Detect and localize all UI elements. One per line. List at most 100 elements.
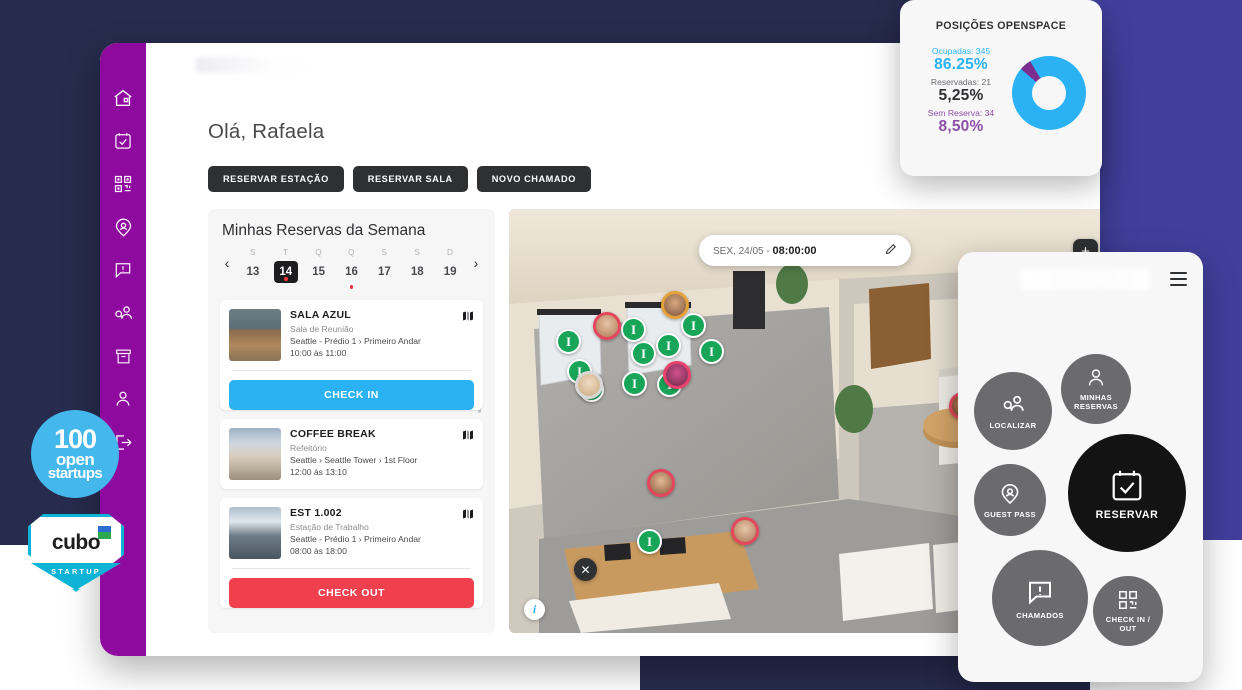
mobile-button-chamados[interactable]: CHAMADOS bbox=[992, 550, 1088, 646]
occupied-seat-avatar[interactable] bbox=[593, 312, 621, 340]
mobile-button-check-in-out[interactable]: CHECK IN / OUT bbox=[1093, 576, 1163, 646]
mobile-action-bubbles: LOCALIZAR MINHAS RESERVAS GUEST PASS RES… bbox=[958, 310, 1203, 682]
event-dot bbox=[284, 277, 288, 281]
mobile-button-label-line1: CHECK IN / bbox=[1105, 615, 1151, 624]
reservation-time: 10:00 às 11:00 bbox=[290, 347, 347, 358]
sidebar-item-guest-pass[interactable] bbox=[110, 214, 136, 240]
user-icon bbox=[1085, 367, 1107, 389]
hamburger-menu-icon[interactable] bbox=[1170, 272, 1187, 289]
logo-line-3: startups bbox=[47, 465, 103, 483]
reservation-card[interactable]: SALA AZUL Sala de Reunião Seattle - Préd… bbox=[220, 299, 483, 410]
room-thumbnail bbox=[229, 506, 281, 559]
logo-cubo-text: cubo bbox=[51, 531, 101, 554]
event-dot bbox=[383, 285, 387, 289]
mobile-button-label: GUEST PASS bbox=[984, 509, 1036, 519]
day-16[interactable]: Q 16 bbox=[339, 248, 365, 289]
locate-people-icon bbox=[1001, 392, 1026, 417]
reservar-sala-button[interactable]: RESERVAR SALA bbox=[352, 166, 468, 192]
day-15[interactable]: Q 15 bbox=[306, 248, 332, 289]
free-seat-marker[interactable]: I bbox=[656, 333, 681, 358]
reservation-name: SALA AZUL bbox=[290, 308, 351, 321]
logo-cubo-startup: cubo STARTUP bbox=[28, 514, 124, 592]
free-seat-marker[interactable]: I bbox=[621, 317, 646, 342]
room-thumbnail bbox=[229, 427, 281, 480]
free-seat-marker[interactable]: I bbox=[637, 529, 662, 554]
dashboard-stats: Ocupadas: 345 86.25% Reservadas: 21 5,25… bbox=[916, 46, 1006, 139]
screenshot-root: Olá, Rafaela RESERVAR ESTAÇÃO RESERVAR S… bbox=[0, 0, 1242, 690]
sidebar-item-qr-code[interactable] bbox=[110, 171, 136, 197]
sidebar-item-reservas[interactable] bbox=[110, 128, 136, 154]
occupied-seat-avatar[interactable] bbox=[663, 361, 691, 389]
map-close-button[interactable]: ✕ bbox=[574, 558, 597, 581]
pencil-icon[interactable] bbox=[885, 242, 897, 260]
day-17[interactable]: S 17 bbox=[371, 248, 397, 289]
reservation-card[interactable]: COFFEE BREAK Refeitório Seattle › Seattl… bbox=[220, 418, 483, 489]
occupied-seat-avatar[interactable] bbox=[647, 469, 675, 497]
chamados-icon bbox=[1025, 577, 1055, 607]
stat-label-ocupadas: Ocupadas: 345 bbox=[931, 46, 991, 56]
dashboard-title: POSIÇÕES OPENSPACE bbox=[935, 20, 1067, 32]
novo-chamado-button[interactable]: NOVO CHAMADO bbox=[476, 166, 591, 192]
stat-value-sem-reserva: 8,50% bbox=[938, 118, 984, 135]
stat-label-sem-reserva: Sem Reserva: 34 bbox=[927, 108, 995, 118]
free-seat-marker[interactable]: I bbox=[556, 329, 581, 354]
occupied-seat-avatar[interactable] bbox=[661, 291, 689, 319]
event-dot bbox=[349, 285, 354, 289]
occupied-seat-avatar[interactable] bbox=[575, 371, 603, 399]
day-number[interactable]: 17 bbox=[372, 261, 396, 283]
logo-line-1: 100 bbox=[53, 423, 97, 454]
week-next-button[interactable]: › bbox=[470, 248, 482, 278]
reservation-card-list: SALA AZUL Sala de Reunião Seattle - Préd… bbox=[220, 299, 483, 618]
day-number[interactable]: 16 bbox=[340, 261, 364, 283]
mobile-button-reservar[interactable]: RESERVAR bbox=[1068, 434, 1186, 552]
sidebar-item-perfil[interactable] bbox=[110, 386, 136, 412]
free-seat-marker[interactable]: I bbox=[699, 339, 724, 364]
event-dot bbox=[448, 285, 452, 289]
map-datetime-chip[interactable]: SEX, 24/05 - 08:00:00 bbox=[699, 235, 911, 266]
occupied-seat-avatar[interactable] bbox=[731, 517, 759, 545]
free-seat-marker[interactable]: I bbox=[631, 341, 656, 366]
day-13[interactable]: S 13 bbox=[240, 248, 266, 289]
sidebar-item-home[interactable] bbox=[110, 85, 136, 111]
day-number[interactable]: 18 bbox=[405, 261, 429, 283]
sidebar-item-chamados[interactable] bbox=[110, 257, 136, 283]
day-of-week-label: S bbox=[381, 248, 388, 257]
free-seat-marker[interactable]: I bbox=[622, 371, 647, 396]
calendar-check-icon bbox=[1108, 467, 1146, 505]
day-number[interactable]: 13 bbox=[241, 261, 265, 283]
week-selector: ‹ S 13 T 14 Q 15 Q 16 S 17 S 18 D 19 › bbox=[220, 248, 483, 289]
mobile-header bbox=[958, 252, 1203, 310]
sidebar-item-arquivo[interactable] bbox=[110, 343, 136, 369]
check-in-button[interactable]: CHECK IN bbox=[229, 379, 474, 410]
mobile-button-guest-pass[interactable]: GUEST PASS bbox=[974, 464, 1046, 536]
mobile-button-minhas-reservas[interactable]: MINHAS RESERVAS bbox=[1061, 354, 1131, 424]
event-dot bbox=[416, 285, 420, 289]
reservar-estacao-button[interactable]: RESERVAR ESTAÇÃO bbox=[208, 166, 344, 192]
day-of-week-label: T bbox=[283, 248, 289, 257]
day-number[interactable]: 15 bbox=[307, 261, 331, 283]
day-14[interactable]: T 14 bbox=[273, 248, 299, 283]
day-of-week-label: S bbox=[249, 248, 256, 257]
mobile-button-label-line1: MINHAS bbox=[1079, 393, 1113, 402]
day-18[interactable]: S 18 bbox=[404, 248, 430, 289]
map-icon[interactable] bbox=[462, 507, 474, 525]
app-logo-blurred bbox=[196, 57, 306, 73]
check-out-button[interactable]: CHECK OUT bbox=[229, 577, 474, 608]
map-icon[interactable] bbox=[462, 428, 474, 446]
reservation-type: Refeitório bbox=[290, 442, 327, 453]
map-info-button[interactable]: i bbox=[524, 599, 545, 620]
map-icon[interactable] bbox=[462, 309, 474, 327]
logo-100-open-startups: 100 open startups bbox=[31, 410, 119, 498]
day-number[interactable]: 19 bbox=[438, 261, 462, 283]
event-dot bbox=[317, 285, 321, 289]
sidebar-item-localizar[interactable] bbox=[110, 300, 136, 326]
mobile-button-label: RESERVAR bbox=[1095, 508, 1159, 521]
week-prev-button[interactable]: ‹ bbox=[221, 248, 233, 278]
free-seat-marker[interactable]: I bbox=[681, 313, 706, 338]
reservation-card[interactable]: EST 1.002 Estação de Trabalho Seattle - … bbox=[220, 497, 483, 608]
stat-value-ocupadas: 86.25% bbox=[934, 56, 988, 73]
day-of-week-label: S bbox=[414, 248, 421, 257]
day-19[interactable]: D 19 bbox=[437, 248, 463, 289]
event-dot bbox=[251, 285, 255, 289]
mobile-button-localizar[interactable]: LOCALIZAR bbox=[974, 372, 1052, 450]
